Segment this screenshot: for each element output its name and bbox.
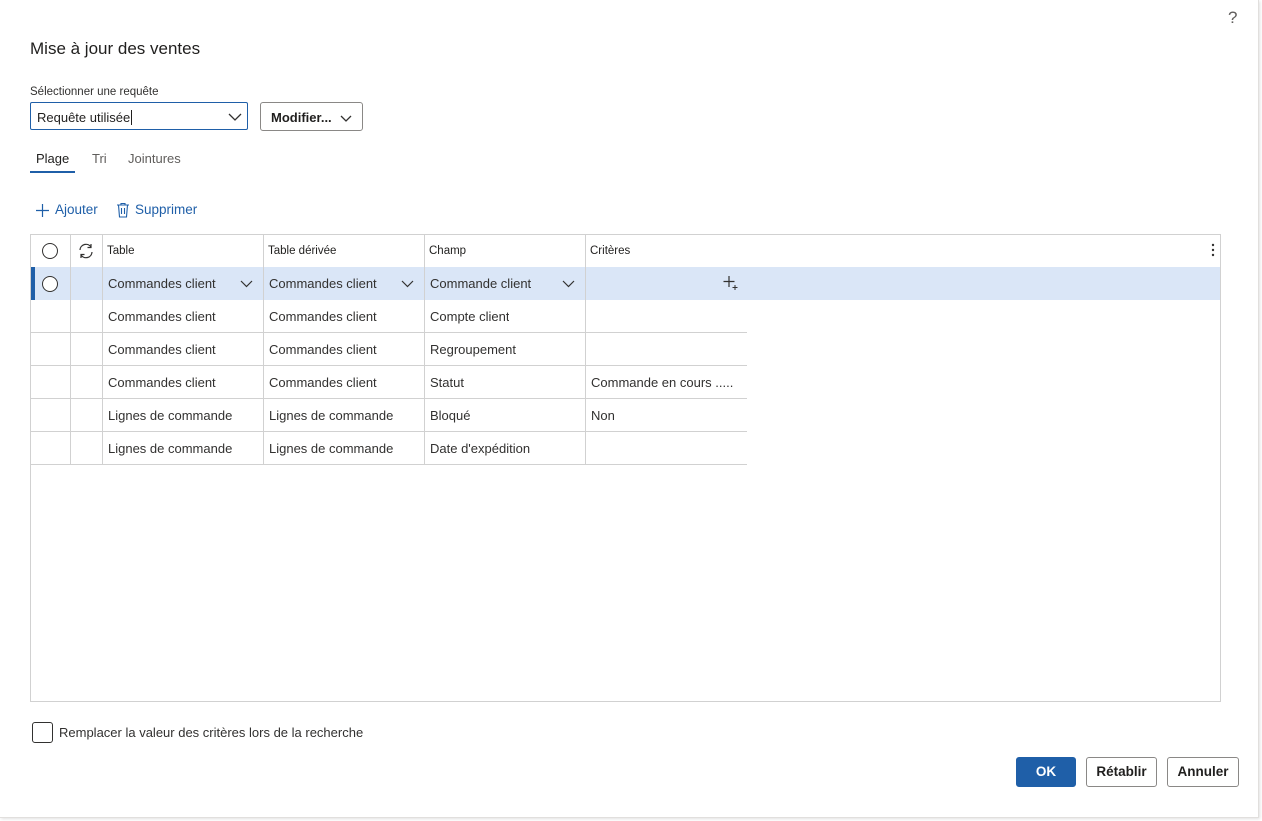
derived-table-cell[interactable]: Commandes client bbox=[264, 333, 425, 366]
criteria-cell[interactable]: Non bbox=[586, 399, 747, 432]
plus-icon bbox=[35, 203, 50, 221]
field-cell[interactable]: Statut bbox=[425, 366, 586, 399]
field-cell[interactable]: Compte client bbox=[425, 300, 586, 333]
trash-icon bbox=[116, 202, 130, 221]
refresh-icon[interactable] bbox=[77, 242, 95, 265]
derived-table-cell[interactable]: Lignes de commande bbox=[264, 399, 425, 432]
add-button-label: Ajouter bbox=[55, 202, 98, 217]
row-select-cell bbox=[31, 267, 71, 300]
query-select-value: Requête utilisée bbox=[37, 110, 133, 125]
modify-button-label: Modifier... bbox=[271, 110, 332, 125]
derived-table-dropdown[interactable]: Commandes client bbox=[264, 267, 425, 300]
query-select[interactable]: Requête utilisée bbox=[30, 102, 248, 130]
table-cell[interactable]: Lignes de commande bbox=[103, 399, 264, 432]
criteria-cell[interactable]: Commande en cours ..... bbox=[586, 366, 747, 399]
row-status-cell bbox=[71, 432, 103, 465]
column-header-field[interactable]: Champ bbox=[425, 235, 586, 267]
criteria-input[interactable] bbox=[586, 267, 1220, 300]
add-button[interactable]: Ajouter bbox=[35, 202, 105, 220]
replace-criteria-label: Remplacer la valeur des critères lors de… bbox=[59, 725, 364, 740]
derived-table-cell[interactable]: Commandes client bbox=[264, 300, 425, 333]
refresh-cell bbox=[71, 235, 103, 267]
derived-table-cell[interactable]: Commandes client bbox=[264, 366, 425, 399]
row-select-cell[interactable] bbox=[31, 366, 71, 399]
select-all-radio[interactable] bbox=[42, 243, 58, 259]
chevron-down-icon[interactable] bbox=[562, 277, 575, 295]
row-radio[interactable] bbox=[42, 276, 58, 292]
column-header-table[interactable]: Table bbox=[103, 235, 264, 267]
row-status-cell bbox=[71, 300, 103, 333]
cancel-button[interactable]: Annuler bbox=[1167, 757, 1239, 787]
tab-jointures[interactable]: Jointures bbox=[128, 151, 181, 166]
row-select-cell[interactable] bbox=[31, 432, 71, 465]
criteria-cell[interactable] bbox=[586, 432, 747, 465]
field-cell[interactable]: Bloqué bbox=[425, 399, 586, 432]
table-cell[interactable]: Commandes client bbox=[103, 366, 264, 399]
chevron-down-icon[interactable] bbox=[227, 109, 243, 130]
row-select-cell[interactable] bbox=[31, 300, 71, 333]
chevron-down-icon bbox=[340, 111, 352, 129]
table-cell[interactable]: Commandes client bbox=[103, 333, 264, 366]
criteria-cell[interactable] bbox=[586, 300, 747, 333]
reset-button[interactable]: Rétablir bbox=[1086, 757, 1157, 787]
mouse-cursor-icon bbox=[723, 275, 739, 296]
row-status-cell bbox=[71, 399, 103, 432]
delete-button-label: Supprimer bbox=[135, 202, 198, 217]
derived-table-cell[interactable]: Lignes de commande bbox=[264, 432, 425, 465]
column-header-derived-table[interactable]: Table dérivée bbox=[264, 235, 425, 267]
table-dropdown[interactable]: Commandes client bbox=[103, 267, 264, 300]
query-select-label: Sélectionner une requête bbox=[30, 86, 159, 98]
row-select-cell[interactable] bbox=[31, 399, 71, 432]
modify-button[interactable]: Modifier... bbox=[260, 102, 363, 131]
criteria-cell[interactable] bbox=[586, 333, 747, 366]
field-cell[interactable]: Regroupement bbox=[425, 333, 586, 366]
column-header-criteria[interactable]: Critères bbox=[586, 235, 1220, 267]
chevron-down-icon[interactable] bbox=[401, 277, 414, 295]
range-grid: Table Table dérivée Champ Critères Comma… bbox=[30, 234, 1221, 702]
tab-tri[interactable]: Tri bbox=[92, 151, 107, 166]
grid-header: Table Table dérivée Champ Critères bbox=[31, 235, 1220, 268]
row-select-cell[interactable] bbox=[31, 333, 71, 366]
row-status-cell bbox=[71, 267, 103, 300]
help-icon[interactable]: ? bbox=[1228, 8, 1237, 28]
delete-button[interactable]: Supprimer bbox=[116, 202, 206, 220]
dialog-title: Mise à jour des ventes bbox=[30, 39, 201, 58]
table-row[interactable]: Commandes client Commandes client Comman… bbox=[31, 267, 1220, 300]
text-cursor bbox=[131, 110, 133, 125]
select-all-cell bbox=[31, 235, 71, 267]
query-dialog: ? Mise à jour des ventes Sélectionner un… bbox=[0, 0, 1259, 818]
replace-criteria-checkbox[interactable] bbox=[32, 722, 53, 743]
table-cell[interactable]: Commandes client bbox=[103, 300, 264, 333]
row-status-cell bbox=[71, 333, 103, 366]
chevron-down-icon[interactable] bbox=[240, 277, 253, 295]
more-options-icon[interactable] bbox=[1210, 242, 1216, 263]
active-tab-indicator bbox=[30, 171, 75, 173]
table-cell[interactable]: Lignes de commande bbox=[103, 432, 264, 465]
row-status-cell bbox=[71, 366, 103, 399]
tab-plage[interactable]: Plage bbox=[36, 151, 69, 166]
field-cell[interactable]: Date d'expédition bbox=[425, 432, 586, 465]
field-dropdown[interactable]: Commande client bbox=[425, 267, 586, 300]
ok-button[interactable]: OK bbox=[1016, 757, 1076, 787]
